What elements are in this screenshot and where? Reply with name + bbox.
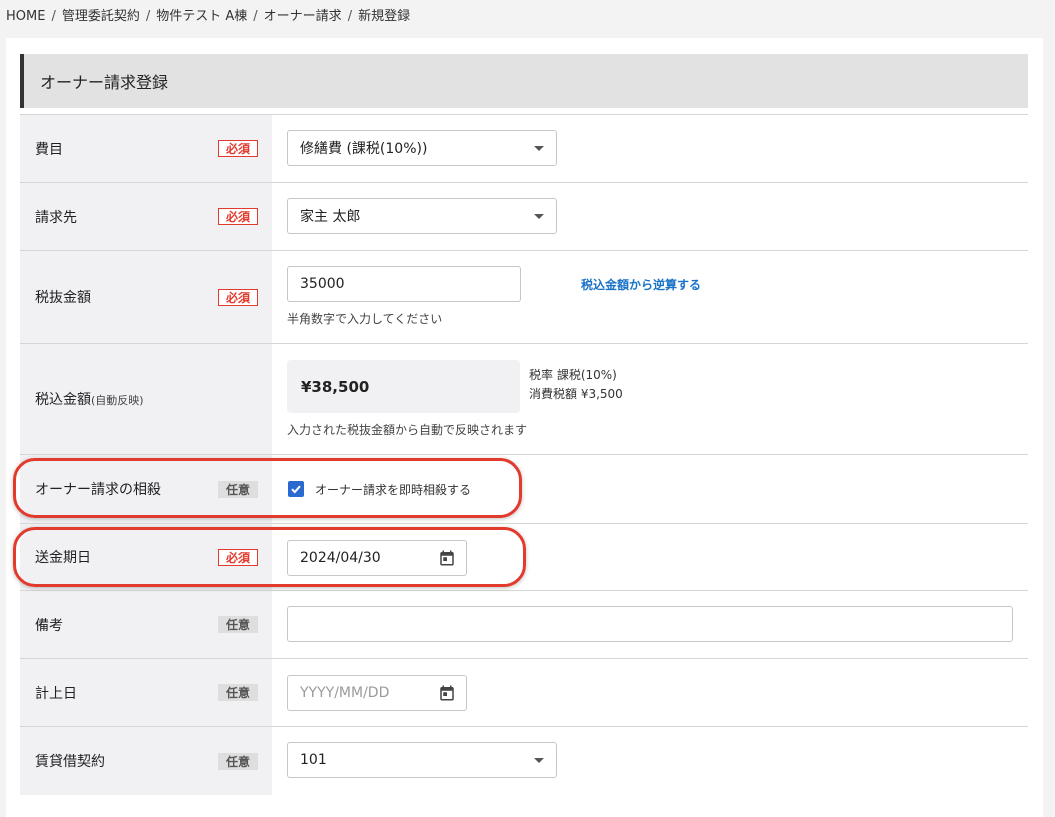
field-label-cell: 請求先 必須 [20, 183, 272, 250]
expense-label: 費目 [35, 141, 63, 158]
optional-badge: 任意 [217, 752, 258, 770]
lease-contract-select[interactable]: 101 [287, 742, 557, 778]
field-value-cell: 修繕費 (課税(10%)) [272, 115, 1028, 182]
row-expense: 費目 必須 修繕費 (課税(10%)) [20, 115, 1028, 183]
posting-date-placeholder: YYYY/MM/DD [300, 685, 390, 701]
remarks-input[interactable] [287, 606, 1013, 642]
breadcrumb-property[interactable]: 物件テスト A棟 [156, 9, 247, 24]
expense-select[interactable]: 修繕費 (課税(10%)) [287, 130, 557, 166]
row-posting-date: 計上日 任意 YYYY/MM/DD [20, 659, 1028, 727]
optional-badge: 任意 [217, 684, 258, 701]
amount-inc-tax-label-text: 税込金額 [35, 392, 91, 408]
required-badge: 必須 [217, 140, 258, 157]
field-value-cell: 家主 太郎 [272, 183, 1028, 250]
reverse-calc-link[interactable]: 税込金額から逆算する [581, 276, 701, 293]
owner-billing-form: 費目 必須 修繕費 (課税(10%)) 請求先 必須 家主 太郎 税抜金額 必須… [20, 114, 1028, 795]
row-amount-ex-tax: 税抜金額 必須 35000 税込金額から逆算する 半角数字で入力してください [20, 251, 1028, 344]
row-billing-to: 請求先 必須 家主 太郎 [20, 183, 1028, 251]
amount-ex-tax-input[interactable]: 35000 [287, 266, 521, 302]
chevron-down-icon [534, 758, 544, 763]
field-label-cell: 税込金額(自動反映) [20, 344, 272, 454]
highlight-remit-date-row [13, 527, 526, 587]
required-badge: 必須 [217, 288, 258, 306]
tax-rate: 税率 課税(10%) [529, 368, 617, 382]
posting-date-input[interactable]: YYYY/MM/DD [287, 675, 467, 711]
field-label-cell: 備考 任意 [20, 591, 272, 658]
field-label-cell: 税抜金額 必須 [20, 251, 272, 343]
highlight-offset-row [13, 458, 522, 518]
amount-inc-tax-label: 税込金額(自動反映) [35, 389, 144, 409]
remarks-label: 備考 [35, 617, 63, 634]
tax-info: 税率 課税(10%) 消費税額 ¥3,500 [529, 366, 623, 404]
calendar-icon[interactable] [438, 684, 456, 702]
expense-select-value: 修繕費 (課税(10%)) [300, 141, 428, 157]
required-badge: 必須 [217, 208, 258, 225]
row-amount-inc-tax: 税込金額(自動反映) ¥38,500 税率 課税(10%) 消費税額 ¥3,50… [20, 344, 1028, 455]
posting-date-label: 計上日 [35, 685, 77, 702]
optional-badge: 任意 [217, 616, 258, 633]
billing-to-select[interactable]: 家主 太郎 [287, 198, 557, 234]
lease-contract-select-value: 101 [300, 752, 327, 768]
billing-to-select-value: 家主 太郎 [300, 209, 361, 225]
field-value-cell: 35000 税込金額から逆算する 半角数字で入力してください [272, 251, 1028, 343]
amount-inc-tax-hint: 入力された税抜金額から自動で反映されます [287, 423, 528, 437]
field-label-cell: 計上日 任意 [20, 659, 272, 726]
breadcrumb-management-contract[interactable]: 管理委託契約 [62, 9, 140, 24]
lease-contract-label: 賃貸借契約 [35, 754, 105, 770]
amount-inc-tax-value: ¥38,500 [301, 377, 370, 396]
amount-ex-tax-value: 35000 [300, 276, 345, 292]
field-value-cell [272, 591, 1028, 658]
field-label-cell: 費目 必須 [20, 115, 272, 182]
amount-inc-tax-display: ¥38,500 [287, 360, 520, 413]
field-value-cell: YYYY/MM/DD [272, 659, 1028, 726]
billing-to-label: 請求先 [35, 209, 77, 226]
amount-ex-tax-hint: 半角数字で入力してください [287, 312, 443, 326]
breadcrumb: HOME / 管理委託契約 / 物件テスト A棟 / オーナー請求 / 新規登録 [6, 9, 411, 24]
consumption-tax: 消費税額 ¥3,500 [529, 387, 623, 401]
breadcrumb-owner-billing[interactable]: オーナー請求 [264, 9, 342, 24]
chevron-down-icon [534, 214, 544, 219]
breadcrumb-home[interactable]: HOME [6, 9, 45, 24]
row-remarks: 備考 任意 [20, 591, 1028, 659]
field-value-cell: 101 [272, 727, 1028, 795]
breadcrumb-current: 新規登録 [358, 9, 411, 24]
field-label-cell: 賃貸借契約 任意 [20, 727, 272, 795]
page-title: オーナー請求登録 [20, 54, 1028, 108]
amount-inc-tax-label-suffix: (自動反映) [91, 394, 144, 407]
chevron-down-icon [534, 146, 544, 151]
field-value-cell: ¥38,500 税率 課税(10%) 消費税額 ¥3,500 入力された税抜金額… [272, 344, 1028, 454]
amount-ex-tax-label: 税抜金額 [35, 290, 91, 306]
form-panel: オーナー請求登録 費目 必須 修繕費 (課税(10%)) 請求先 必須 家主 太… [6, 38, 1043, 817]
row-lease-contract: 賃貸借契約 任意 101 [20, 727, 1028, 795]
